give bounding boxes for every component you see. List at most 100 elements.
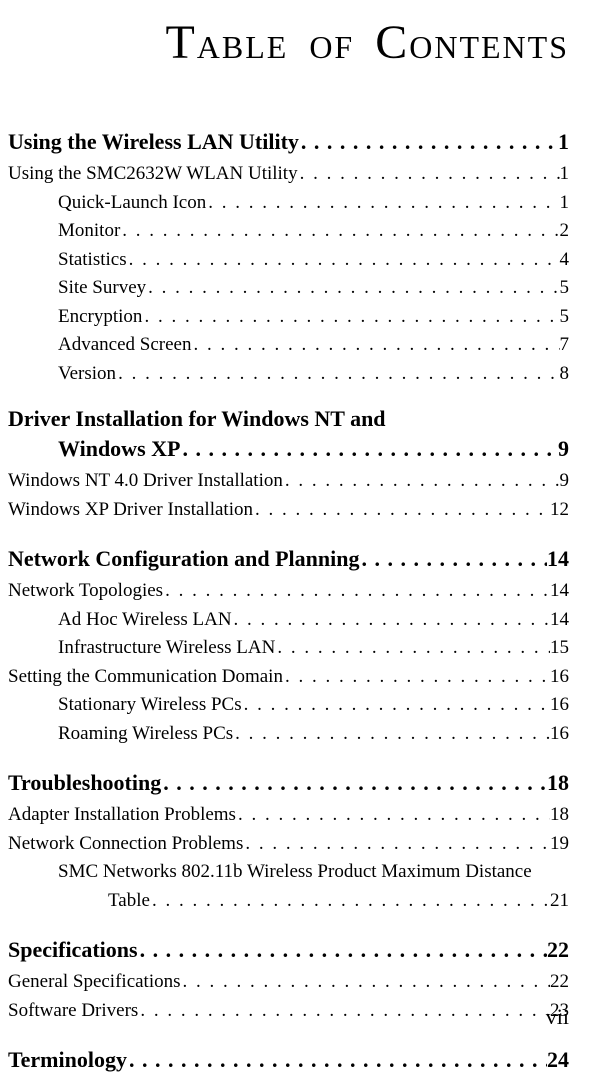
toc-page-num: 14 [550, 577, 569, 606]
toc-subsub: Encryption 5 [58, 303, 569, 332]
toc-sub: Windows NT 4.0 Driver Installation 9 [8, 467, 569, 496]
toc-page-num: 21 [550, 887, 569, 916]
page-folio: vii [546, 1004, 569, 1030]
toc-leader [275, 634, 550, 663]
toc-label: Windows NT 4.0 Driver Installation [8, 467, 283, 496]
toc-leader [191, 331, 559, 360]
toc-page-num: 1 [560, 189, 570, 218]
toc-subsub: Quick-Launch Icon 1 [58, 189, 569, 218]
toc-page-num: 14 [547, 542, 569, 575]
toc-subsub-wrap: SMC Networks 802.11b Wireless Product Ma… [58, 858, 569, 887]
toc-label: Using the Wireless LAN Utility [8, 125, 299, 158]
toc-leader [298, 160, 560, 189]
toc-subsub: Monitor 2 [58, 217, 569, 246]
toc-leader [180, 432, 558, 465]
toc-leader [299, 125, 558, 158]
toc-page-num: 9 [560, 467, 570, 496]
toc-sub: Using the SMC2632W WLAN Utility 1 [8, 160, 569, 189]
toc-section: Terminology 24 [8, 1043, 569, 1076]
toc-page-num: 14 [550, 606, 569, 635]
toc-page-num: 18 [547, 766, 569, 799]
toc-label: Advanced Screen [58, 331, 191, 360]
toc-page-num: 7 [560, 331, 570, 360]
toc-sub: Adapter Installation Problems 18 [8, 801, 569, 830]
toc-leader [120, 217, 559, 246]
toc-label: Adapter Installation Problems [8, 801, 236, 830]
toc-page-num: 16 [550, 691, 569, 720]
toc-leader [206, 189, 559, 218]
toc-leader [236, 801, 550, 830]
toc-page-num: 5 [560, 274, 570, 303]
toc-section: Network Configuration and Planning 14 [8, 542, 569, 575]
toc-sub: Network Connection Problems 19 [8, 830, 569, 859]
toc-page-num: 19 [550, 830, 569, 859]
toc-label: Version [58, 360, 116, 389]
toc-subsub: Roaming Wireless PCs 16 [58, 720, 569, 749]
toc-leader [138, 933, 547, 966]
toc-label: Quick-Launch Icon [58, 189, 206, 218]
toc-subsub: Version 8 [58, 360, 569, 389]
toc-sub: Windows XP Driver Installation 12 [8, 496, 569, 525]
toc-sub: Software Drivers 23 [8, 997, 569, 1026]
toc-leader [283, 663, 550, 692]
toc-label: Troubleshooting [8, 766, 161, 799]
toc-subsub: Ad Hoc Wireless LAN 14 [58, 606, 569, 635]
toc-label: Infrastructure Wireless LAN [58, 634, 275, 663]
toc-leader [253, 496, 550, 525]
toc-leader [138, 997, 550, 1026]
toc-label: Encryption [58, 303, 142, 332]
toc-section: Using the Wireless LAN Utility 1 [8, 125, 569, 158]
toc-label: Using the SMC2632W WLAN Utility [8, 160, 298, 189]
toc-label: Setting the Communication Domain [8, 663, 283, 692]
toc-leader [150, 887, 550, 916]
toc-sub: Setting the Communication Domain 16 [8, 663, 569, 692]
toc-label: Stationary Wireless PCs [58, 691, 242, 720]
toc-section: Troubleshooting 18 [8, 766, 569, 799]
toc-page-num: 1 [560, 160, 570, 189]
toc-page-num: 24 [547, 1043, 569, 1076]
toc-page-num: 8 [560, 360, 570, 389]
toc-subsubsub: Table 21 [108, 887, 569, 916]
toc-leader [146, 274, 559, 303]
toc-subsub: Advanced Screen 7 [58, 331, 569, 360]
toc-label: Software Drivers [8, 997, 138, 1026]
toc-page-num: 1 [558, 125, 569, 158]
toc-label: Statistics [58, 246, 127, 275]
toc-label: Network Connection Problems [8, 830, 243, 859]
toc-page-num: 16 [550, 663, 569, 692]
toc-page-num: 22 [550, 968, 569, 997]
toc-leader [359, 542, 547, 575]
toc-page-num: 9 [558, 432, 569, 465]
toc-subsub: Site Survey 5 [58, 274, 569, 303]
toc-label: Roaming Wireless PCs [58, 720, 233, 749]
toc-leader [181, 968, 550, 997]
toc-leader [163, 577, 550, 606]
toc-page-num: 15 [550, 634, 569, 663]
toc-page-num: 2 [560, 217, 570, 246]
toc-page-num: 16 [550, 720, 569, 749]
toc-sub: General Specifications 22 [8, 968, 569, 997]
toc-leader [233, 720, 550, 749]
toc-leader [161, 766, 547, 799]
toc-leader [127, 1043, 547, 1076]
toc-leader [116, 360, 559, 389]
toc-label: Driver Installation for Windows NT and [8, 406, 386, 431]
toc-label: Ad Hoc Wireless LAN [58, 606, 232, 635]
toc-leader [142, 303, 559, 332]
page-title: TABLE OF CONTENTS [8, 15, 569, 70]
toc-leader [243, 830, 550, 859]
toc-subsub: Statistics 4 [58, 246, 569, 275]
toc-page-num: 5 [560, 303, 570, 332]
toc-label: Site Survey [58, 274, 146, 303]
toc-leader [127, 246, 560, 275]
toc-subsub: Infrastructure Wireless LAN 15 [58, 634, 569, 663]
toc-label: Windows XP Driver Installation [8, 496, 253, 525]
toc-page-num: 4 [560, 246, 570, 275]
toc-label: General Specifications [8, 968, 181, 997]
toc-page: TABLE OF CONTENTS Using the Wireless LAN… [0, 0, 601, 1076]
toc-leader [232, 606, 550, 635]
toc-label: Network Configuration and Planning [8, 542, 359, 575]
toc-section-continue: Windows XP 9 [58, 432, 569, 465]
toc-leader [283, 467, 560, 496]
toc-subsub: Stationary Wireless PCs 16 [58, 691, 569, 720]
